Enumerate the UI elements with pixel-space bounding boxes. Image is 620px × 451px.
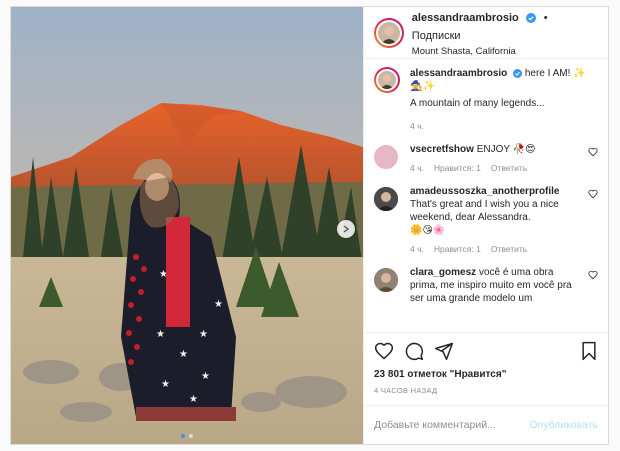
- comments-list[interactable]: alessandraambrosio here I AM! ✨🧙✨ A moun…: [364, 59, 608, 332]
- emoji-icon: 🥀😍: [512, 144, 536, 155]
- avatar-image: [374, 268, 398, 292]
- comment-item: amadeussoszka_anotherprofile That's grea…: [374, 185, 598, 256]
- commenter-avatar[interactable]: [374, 268, 398, 292]
- post-photo[interactable]: ★★★ ★★★ ★★★: [11, 7, 363, 444]
- publish-button[interactable]: Опубликовать: [529, 419, 598, 431]
- like-heart-icon[interactable]: [374, 341, 394, 361]
- comment-author[interactable]: clara_gomesz: [410, 267, 476, 278]
- comment-item: clara_gomesz você é uma obra prima, me i…: [374, 266, 598, 305]
- comment-time[interactable]: 4 ч.: [410, 243, 424, 256]
- reply-button[interactable]: Ответить: [491, 243, 527, 256]
- post-sidebar: alessandraambrosio • Подписки Mount Shas…: [363, 7, 608, 444]
- carousel-dot-active: [181, 434, 185, 438]
- svg-text:★: ★: [214, 299, 223, 310]
- post-location[interactable]: Mount Shasta, California: [412, 46, 598, 57]
- comment-time[interactable]: 4 ч.: [410, 162, 424, 175]
- verified-badge-icon: [526, 13, 537, 23]
- next-photo-button[interactable]: [337, 220, 355, 238]
- post-actions: 23 801 отметок "Нравится" 4 ЧАСОВ НАЗАД: [364, 332, 608, 395]
- comment-likes[interactable]: Нравится: 1: [434, 243, 481, 256]
- avatar-image: [377, 21, 400, 44]
- verified-badge-icon: [513, 69, 523, 78]
- caption-avatar[interactable]: [374, 67, 400, 93]
- comment-item: vsecretfshow ENJOY 🥀😍 4 ч. Нравится: 1 О…: [374, 143, 598, 175]
- svg-text:★: ★: [156, 329, 165, 340]
- post-timestamp[interactable]: 4 ЧАСОВ НАЗАД: [374, 386, 598, 395]
- caption-time[interactable]: 4 ч.: [410, 120, 424, 133]
- carousel-dot: [189, 434, 193, 438]
- avatar-image: [378, 71, 396, 89]
- comment-like-heart-icon[interactable]: [588, 189, 598, 199]
- bookmark-save-icon[interactable]: [580, 341, 598, 361]
- svg-text:★: ★: [161, 379, 170, 390]
- avatar-image: [374, 187, 398, 211]
- caption-text: here I AM!: [524, 68, 571, 79]
- likes-count[interactable]: 23 801 отметок "Нравится": [374, 369, 598, 380]
- caption-author[interactable]: alessandraambrosio: [410, 68, 507, 79]
- share-send-icon[interactable]: [434, 341, 454, 361]
- comment-input[interactable]: Добавьте комментарий...: [374, 419, 529, 431]
- svg-text:★: ★: [189, 394, 198, 405]
- comment-author[interactable]: vsecretfshow: [410, 144, 474, 155]
- comment-author[interactable]: amadeussoszka_anotherprofile: [410, 186, 560, 197]
- emoji-icon: 🌼😘🌸: [410, 225, 446, 236]
- comment-text: That's great and I wish you a nice weeke…: [410, 199, 559, 223]
- comment-like-heart-icon[interactable]: [588, 147, 598, 157]
- reply-button[interactable]: Ответить: [491, 162, 527, 175]
- caption-line2: A mountain of many legends...: [410, 98, 545, 109]
- comment-bubble-icon[interactable]: [404, 341, 424, 361]
- svg-text:★: ★: [199, 329, 208, 340]
- author-username[interactable]: alessandraambrosio: [412, 12, 519, 24]
- commenter-avatar[interactable]: [374, 187, 398, 211]
- add-comment-bar: Добавьте комментарий... Опубликовать: [364, 405, 608, 444]
- caption: alessandraambrosio here I AM! ✨🧙✨ A moun…: [374, 67, 598, 133]
- commenter-avatar[interactable]: [374, 145, 398, 169]
- svg-text:★: ★: [201, 371, 210, 382]
- comment-text: ENJOY: [476, 144, 510, 155]
- photo-image: ★★★ ★★★ ★★★: [11, 7, 363, 444]
- carousel-dots: [11, 434, 363, 438]
- chevron-right-icon: [343, 225, 350, 233]
- author-avatar[interactable]: [374, 17, 404, 48]
- post-modal: ★★★ ★★★ ★★★: [10, 6, 609, 445]
- post-header: alessandraambrosio • Подписки Mount Shas…: [364, 7, 608, 59]
- comment-like-heart-icon[interactable]: [588, 270, 598, 280]
- comment-likes[interactable]: Нравится: 1: [434, 162, 481, 175]
- svg-text:★: ★: [179, 349, 188, 360]
